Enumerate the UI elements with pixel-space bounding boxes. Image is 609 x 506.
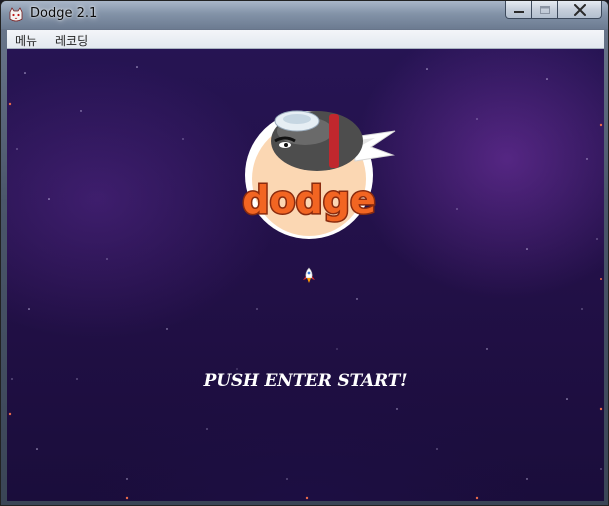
logo-wordmark: dodge (242, 178, 375, 222)
window-title: Dodge 2.1 (30, 6, 98, 21)
cat-icon (9, 7, 23, 22)
menu-bar: 메뉴 레코딩 (7, 30, 604, 49)
game-canvas[interactable]: dodge PUSH ENTER START! (7, 49, 604, 501)
rocket-ship-icon (303, 267, 315, 283)
maximize-button[interactable] (532, 1, 558, 19)
minimize-button[interactable] (505, 1, 532, 19)
maximize-icon (539, 5, 550, 14)
menu-item-menu[interactable]: 메뉴 (13, 32, 39, 49)
title-bar[interactable]: Dodge 2.1 (1, 1, 608, 29)
start-prompt: PUSH ENTER START! (203, 371, 408, 391)
close-button[interactable] (558, 1, 602, 19)
minimize-icon (513, 10, 524, 13)
caption-buttons (505, 1, 602, 19)
menu-item-recording[interactable]: 레코딩 (53, 32, 90, 49)
close-icon (573, 3, 586, 16)
dodge-logo: dodge (241, 110, 396, 239)
app-window: Dodge 2.1 메뉴 레코딩 dodge PUSH ENTER START! (0, 0, 609, 506)
